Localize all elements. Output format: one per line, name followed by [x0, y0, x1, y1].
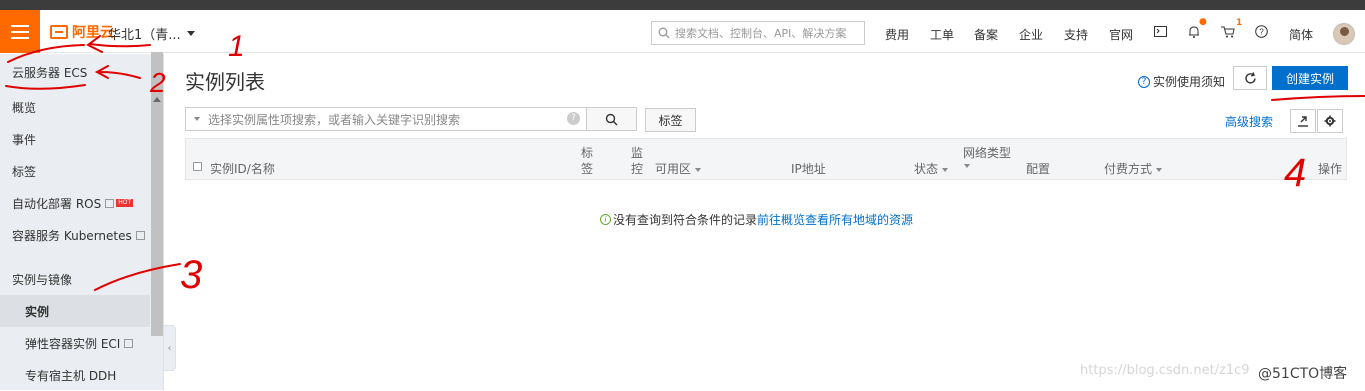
search-placeholder: 搜索文档、控制台、API、解决方案 — [675, 27, 847, 40]
info-icon: i — [600, 214, 611, 225]
help-link-label: 实例使用须知 — [1153, 75, 1226, 89]
tag-filter-button[interactable]: 标签 — [645, 108, 696, 132]
search-button[interactable] — [586, 107, 637, 131]
select-all-checkbox[interactable] — [193, 162, 202, 171]
sidebar-item-label: 自动化部署 ROS — [12, 196, 102, 211]
nav-billing[interactable]: 费用 — [885, 26, 909, 43]
settings-button[interactable] — [1317, 109, 1343, 133]
nav-enterprise[interactable]: 企业 — [1019, 26, 1043, 43]
instance-usage-notice-link[interactable]: ? 实例使用须知 — [1138, 73, 1225, 90]
sidebar-item-ddh[interactable]: 专有宿主机 DDH — [0, 359, 150, 391]
nav-official-site[interactable]: 官网 — [1109, 26, 1133, 43]
gear-icon — [1324, 115, 1336, 127]
sidebar-item-label: 容器服务 Kubernetes — [12, 228, 132, 243]
column-zone-label: 可用区 — [655, 162, 692, 176]
menu-line — [11, 24, 29, 27]
empty-state-message: i 没有查询到符合条件的记录 前往概览查看所有地域的资源 — [600, 211, 913, 228]
refresh-icon — [1244, 71, 1256, 84]
help-icon[interactable]: ? — [1255, 25, 1268, 38]
external-link-icon — [105, 198, 115, 208]
network-type-filter[interactable] — [960, 158, 970, 172]
sidebar-item-events[interactable]: 事件 — [0, 123, 150, 155]
sidebar-item-tags[interactable]: 标签 — [0, 155, 150, 187]
column-billing-method[interactable]: 付费方式 — [1104, 160, 1163, 177]
external-link-icon — [124, 338, 134, 348]
chevron-down-icon — [695, 167, 702, 172]
column-ip-address: IP地址 — [791, 162, 826, 176]
global-search-input[interactable]: 搜索文档、控制台、API、解决方案 — [651, 21, 865, 45]
sidebar-item-label: 弹性容器实例 ECI — [25, 336, 121, 351]
annotation-number-3: 3 — [180, 253, 202, 297]
sidebar-product-title[interactable]: 云服务器 ECS — [0, 54, 150, 90]
cart-count-badge: 1 — [1236, 18, 1243, 28]
top-navigation-bar: 阿里云 华北1（青... 搜索文档、控制台、API、解决方案 费用 工单 备案 … — [0, 10, 1365, 53]
aliyun-logo[interactable]: 阿里云 — [50, 22, 114, 42]
sidebar-group-instances-images[interactable]: 实例与镜像 — [0, 263, 150, 295]
advanced-search-link[interactable]: 高级搜索 — [1225, 113, 1273, 130]
os-titlebar — [0, 0, 1365, 10]
column-tag-line2: 签 — [581, 162, 594, 176]
chevron-down-icon — [942, 167, 949, 172]
column-billing-label: 付费方式 — [1104, 162, 1153, 176]
nav-icp[interactable]: 备案 — [974, 26, 998, 43]
menu-line — [11, 30, 29, 33]
export-button[interactable] — [1290, 109, 1316, 133]
sidebar-scrollbar[interactable] — [151, 52, 163, 336]
page-title: 实例列表 — [185, 70, 265, 94]
hot-badge: HOT — [116, 199, 134, 207]
filter-placeholder: 选择实例属性项搜索，或者输入关键字识别搜索 — [208, 112, 461, 127]
column-tag-line1: 标 — [581, 146, 594, 160]
sidebar-collapse-toggle[interactable]: ‹ — [164, 325, 176, 371]
sidebar-item-overview[interactable]: 概览 — [0, 91, 150, 123]
question-icon: ? — [1138, 75, 1150, 88]
sidebar-item-kubernetes[interactable]: 容器服务 Kubernetes — [0, 219, 150, 251]
chevron-down-icon — [1156, 167, 1163, 172]
column-instance-id[interactable]: 实例ID/名称 — [210, 160, 275, 177]
chevron-down-icon — [964, 163, 970, 168]
column-config: 配置 — [1026, 162, 1051, 176]
region-selector[interactable]: 华北1（青... — [108, 24, 195, 43]
column-actions: 操作 — [1318, 162, 1343, 176]
chevron-down-icon — [186, 31, 195, 36]
search-icon — [658, 27, 670, 39]
create-instance-button[interactable]: 创建实例 — [1272, 66, 1348, 90]
nav-support[interactable]: 支持 — [1064, 26, 1088, 43]
export-icon — [1298, 116, 1308, 127]
watermark-brand: @51CTO博客 — [1258, 366, 1348, 382]
nav-tickets[interactable]: 工单 — [930, 26, 954, 43]
terminal-icon[interactable] — [1154, 26, 1167, 37]
hamburger-menu-button[interactable] — [0, 10, 40, 53]
column-status[interactable]: 状态 — [914, 160, 949, 177]
annotation-underline-create — [1271, 95, 1365, 101]
refresh-button[interactable] — [1233, 66, 1267, 90]
cart-icon[interactable] — [1221, 26, 1235, 38]
scroll-up-arrow-icon[interactable] — [153, 97, 161, 102]
column-status-label: 状态 — [914, 162, 939, 176]
instance-table-header — [185, 138, 1347, 180]
filter-help-icon[interactable]: ? — [567, 112, 580, 125]
region-label: 华北1（青... — [108, 28, 181, 43]
language-switch[interactable]: 简体 — [1289, 26, 1313, 43]
column-zone[interactable]: 可用区 — [655, 160, 702, 177]
column-network-type[interactable]: 网络类型 — [963, 144, 1011, 161]
menu-line — [11, 36, 29, 39]
column-monitor-line1: 监 — [631, 146, 644, 160]
sidebar-item-instances[interactable]: 实例 — [0, 295, 150, 327]
logo-mark-icon — [50, 25, 68, 39]
notification-dot: ● — [1199, 17, 1207, 27]
sidebar-item-ros[interactable]: 自动化部署 ROS HOT — [0, 187, 150, 219]
external-link-icon — [135, 230, 145, 240]
empty-text: 没有查询到符合条件的记录 — [613, 213, 758, 227]
instance-filter-input[interactable]: 选择实例属性项搜索，或者输入关键字识别搜索 — [185, 107, 587, 131]
column-monitor-line2: 控 — [631, 162, 644, 176]
user-avatar[interactable] — [1333, 23, 1355, 45]
chevron-down-icon — [194, 117, 200, 121]
search-icon — [605, 113, 618, 125]
watermark-url: https://blog.csdn.net/z1c9 — [1080, 363, 1250, 378]
view-all-regions-link[interactable]: 前往概览查看所有地域的资源 — [757, 211, 913, 228]
sidebar-item-eci[interactable]: 弹性容器实例 ECI — [0, 327, 150, 359]
red-handwritten-annotations: 1 2 3 4 — [5, 30, 1365, 297]
sidebar: 云服务器 ECS 概览 事件 标签 自动化部署 ROS HOT 容器服务 Kub… — [0, 54, 164, 390]
svg-text:?: ? — [1259, 28, 1264, 37]
